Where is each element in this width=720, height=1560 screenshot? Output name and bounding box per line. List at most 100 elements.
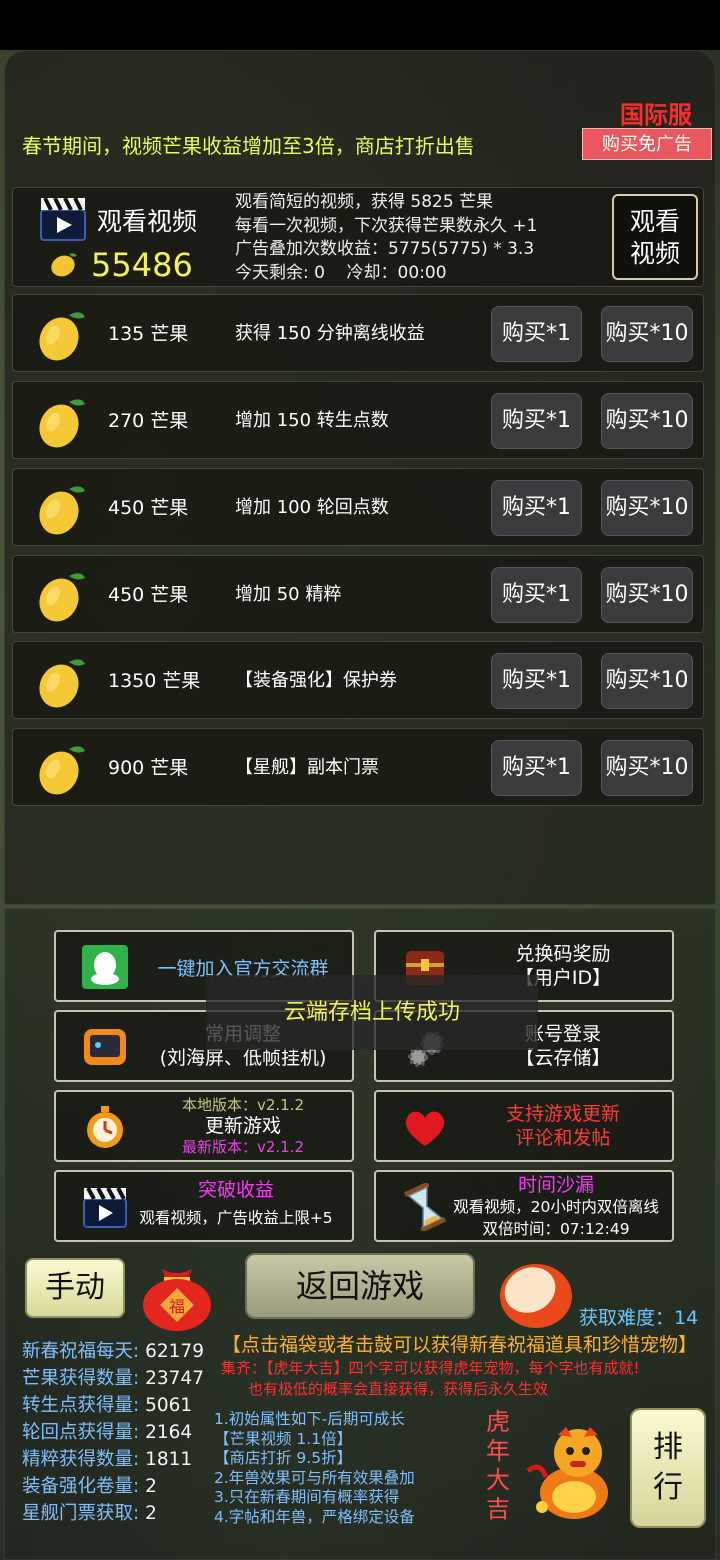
shop-item-row: 135 芒果 获得 150 分钟离线收益 购买*1 购买*10 [12, 294, 704, 372]
item-price: 1350 芒果 [108, 670, 201, 692]
stat-label: 芒果获得数量: [22, 1368, 140, 1389]
server-tag: 国际服 [620, 101, 692, 129]
watch-button-line: 视频 [629, 239, 680, 268]
stat-value: 62179 [145, 1341, 204, 1362]
mango-icon [39, 746, 85, 795]
hourglass-title: 时间沙漏 [517, 1174, 594, 1196]
item-description: 增加 150 转生点数 [235, 410, 389, 431]
festival-tip: 【点击福袋或者击鼓可以获得新春祝福道具和珍惜宠物】 [222, 1334, 698, 1356]
stopwatch-icon [87, 1106, 123, 1148]
stat-label: 装备强化卷量: [22, 1476, 140, 1497]
item-price: 270 芒果 [108, 410, 189, 432]
update-game-label: 更新游戏 [204, 1115, 281, 1137]
manual-button[interactable]: 手动 [25, 1258, 125, 1318]
hourglass-label: 时间沙漏 观看视频，20小时内双倍离线 双倍时间：07:12:49 [446, 1174, 666, 1240]
video-desc-line: 广告叠加次数收益：5775(5775) * 3.3 [235, 239, 535, 259]
buy-1-button[interactable]: 购买*1 [491, 740, 582, 796]
mango-icon [39, 659, 85, 708]
stat-label: 星舰门票获取: [22, 1503, 140, 1524]
video-desc-line: 观看简短的视频，获得 5825 芒果 [235, 192, 494, 212]
local-version: 本地版本：v2.1.2 [181, 1096, 305, 1114]
support-game-button[interactable]: 支持游戏更新 评论和发帖 [374, 1090, 674, 1162]
stat-value: 1811 [145, 1449, 193, 1470]
return-game-button[interactable]: 返回游戏 [245, 1253, 475, 1319]
collect-rule: 集齐：【虎年大吉】四个字可以获得虎年宠物，每个字也有成就! [221, 1359, 640, 1377]
breakthrough-title: 突破收益 [197, 1179, 274, 1201]
buy-1-button[interactable]: 购买*1 [491, 393, 582, 449]
item-description: 获得 150 分钟离线收益 [235, 323, 425, 344]
video-desc-line: 每看一次视频，下次获得芒果数永久 +1 [235, 215, 538, 236]
video-title: 观看视频 [97, 207, 198, 236]
stat-row: 轮回点获得量: 2164 [22, 1419, 204, 1446]
item-description: 增加 50 精粹 [235, 584, 342, 605]
watch-video-row: 观看视频 55486 观看简短的视频，获得 5825 芒果 每看一次视频，下次获… [12, 187, 704, 287]
ranking-button[interactable]: 排 行 [630, 1408, 706, 1528]
support-label: 支持游戏更新 评论和发帖 [460, 1102, 666, 1150]
buy-10-button[interactable]: 购买*10 [601, 480, 693, 536]
hourglass-button[interactable]: 时间沙漏 观看视频，20小时内双倍离线 双倍时间：07:12:49 [374, 1170, 674, 1242]
character: 虎 [486, 1408, 510, 1436]
stat-value: 23747 [145, 1368, 204, 1389]
item-price: 450 芒果 [108, 497, 189, 519]
status-bar [0, 0, 720, 50]
shop-item-row: 1350 芒果 【装备强化】保护券 购买*1 购买*10 [12, 641, 704, 719]
stat-value: 2 [145, 1503, 157, 1524]
buy-1-button[interactable]: 购买*1 [491, 567, 582, 623]
character: 年 [486, 1437, 510, 1465]
rank-line: 行 [653, 1470, 683, 1505]
stat-label: 轮回点获得量: [22, 1422, 140, 1443]
mango-icon [39, 399, 85, 448]
qq-penguin-icon [82, 945, 128, 989]
update-game-button[interactable]: 本地版本：v2.1.2 更新游戏 最新版本：v2.1.2 [54, 1090, 354, 1162]
redeem-line: 兑换码奖励 [515, 943, 611, 965]
festival-notice: 春节期间，视频芒果收益增加至3倍，商店打折出售 [22, 134, 475, 158]
buy-10-button[interactable]: 购买*10 [601, 740, 693, 796]
breakthrough-label: 突破收益 观看视频，广告收益上限+5 [126, 1176, 346, 1232]
buy-10-button[interactable]: 购买*10 [601, 567, 693, 623]
stat-row: 转生点获得量: 5061 [22, 1392, 204, 1419]
latest-version: 最新版本：v2.1.2 [181, 1138, 305, 1156]
stat-label: 精粹获得数量: [22, 1449, 140, 1470]
note-line: 1.初始属性如下-后期可成长 [214, 1410, 405, 1428]
item-price: 900 芒果 [108, 757, 189, 779]
video-description: 观看简短的视频，获得 5825 芒果 每看一次视频，下次获得芒果数永久 +1 广… [235, 191, 537, 285]
shop-item-row: 450 芒果 增加 50 精粹 购买*1 购买*10 [12, 555, 704, 633]
shop-item-row: 450 芒果 增加 100 轮回点数 购买*1 购买*10 [12, 468, 704, 546]
breakthrough-button[interactable]: 突破收益 观看视频，广告收益上限+5 [54, 1170, 354, 1242]
buy-1-button[interactable]: 购买*1 [491, 480, 582, 536]
tiger-mascot-icon[interactable] [518, 1415, 622, 1525]
stat-label: 新春祝福每天: [22, 1341, 140, 1362]
item-price: 135 芒果 [108, 323, 189, 345]
lucky-bag-icon[interactable]: 福 [138, 1255, 216, 1333]
stat-row: 精粹获得数量: 1811 [22, 1446, 204, 1473]
hourglass-icon [403, 1183, 447, 1231]
buy-10-button[interactable]: 购买*10 [601, 393, 693, 449]
breakthrough-desc: 观看视频，广告收益上限+5 [139, 1209, 333, 1227]
character: 吉 [486, 1495, 510, 1523]
item-description: 【星舰】副本门票 [235, 757, 379, 778]
tablet-device-icon [84, 1029, 126, 1065]
stat-row: 芒果获得数量: 23747 [22, 1365, 204, 1392]
drum-icon[interactable] [496, 1258, 576, 1330]
hourglass-desc: 观看视频，20小时内双倍离线 [453, 1198, 659, 1216]
stat-row: 装备强化卷量: 2 [22, 1473, 204, 1500]
notes-list: 1.初始属性如下-后期可成长 【芒果视频 1.1倍】 【商店打折 9.5折】 2… [214, 1410, 415, 1527]
collect-rule-note: 也有极低的概率会直接获得，获得后永久生效 [248, 1380, 549, 1398]
double-time: 双倍时间：07:12:49 [482, 1220, 630, 1238]
note-line: 3.只在新春期间有概率获得 [214, 1488, 400, 1506]
video-desc-line: 今天剩余: 0 冷却：00:00 [235, 262, 447, 283]
rank-line: 排 [653, 1430, 683, 1465]
buy-no-ads-button[interactable]: 购买免广告 [582, 128, 712, 160]
watch-video-button[interactable]: 观看 视频 [612, 194, 698, 280]
buy-1-button[interactable]: 购买*1 [491, 653, 582, 709]
stat-row: 新春祝福每天: 62179 [22, 1338, 204, 1365]
character: 大 [486, 1466, 510, 1494]
stat-row: 星舰门票获取: 2 [22, 1500, 204, 1527]
note-line: 2.年兽效果可与所有效果叠加 [214, 1468, 415, 1487]
mango-count: 55486 [91, 246, 193, 284]
buy-10-button[interactable]: 购买*10 [601, 653, 693, 709]
buy-1-button[interactable]: 购买*1 [491, 306, 582, 362]
buy-10-button[interactable]: 购买*10 [601, 306, 693, 362]
item-description: 增加 100 轮回点数 [235, 497, 389, 518]
item-price: 450 芒果 [108, 584, 189, 606]
